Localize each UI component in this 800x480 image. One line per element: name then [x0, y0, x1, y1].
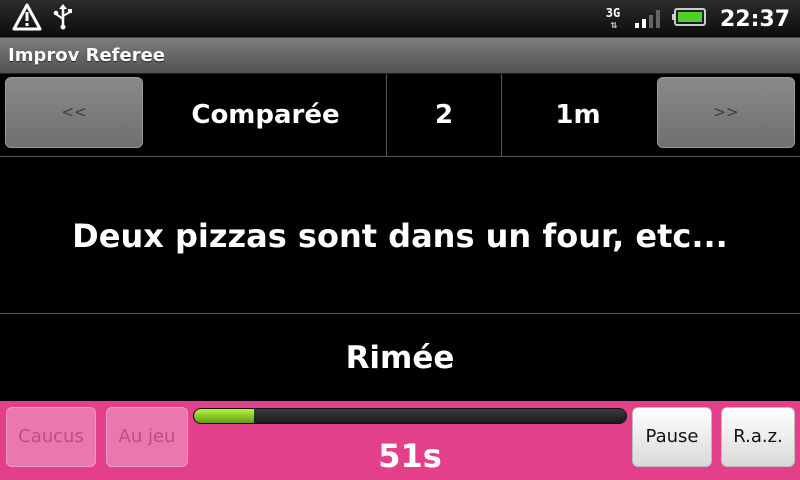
- players-count: 2: [386, 74, 502, 156]
- duration-label: 1m: [555, 100, 601, 130]
- warning-icon: [12, 3, 42, 35]
- app-title: Improv Referee: [8, 45, 165, 66]
- previous-button[interactable]: <<: [5, 77, 143, 148]
- timer-display: 51s: [378, 437, 442, 475]
- timer-bar: Caucus Au jeu 51s Pause R.a.z.: [0, 401, 800, 480]
- signal-icon: [634, 5, 664, 33]
- reset-button[interactable]: R.a.z.: [721, 407, 795, 467]
- data-arrows-icon: ⇅: [610, 18, 618, 31]
- network-indicator: 3G ⇅: [600, 7, 626, 31]
- title-bar: Improv Referee: [0, 38, 800, 74]
- progress-fill: [194, 409, 255, 423]
- category-label: Comparée: [191, 100, 340, 130]
- next-category-label: Rimée: [345, 340, 455, 376]
- status-bar: 3G ⇅ 22:37: [0, 0, 800, 38]
- usb-icon: [52, 3, 74, 35]
- improv-settings-row: << Comparée 2 1m >>: [0, 74, 800, 157]
- clock: 22:37: [719, 6, 790, 32]
- au-jeu-button[interactable]: Au jeu: [106, 407, 188, 467]
- next-button[interactable]: >>: [657, 77, 795, 148]
- battery-icon: [671, 7, 706, 31]
- time-progress-bar: [193, 408, 627, 424]
- pause-button[interactable]: Pause: [632, 407, 712, 467]
- caucus-button[interactable]: Caucus: [6, 407, 96, 467]
- theme-text: Deux pizzas sont dans un four, etc...: [0, 158, 800, 314]
